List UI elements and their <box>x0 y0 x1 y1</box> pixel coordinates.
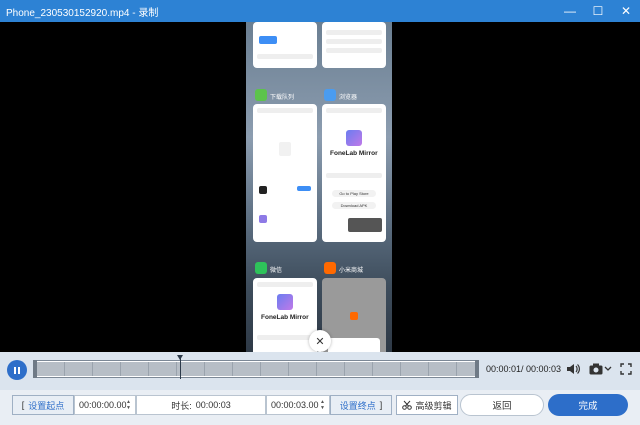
set-end-button[interactable]: 设置终点 ] <box>330 395 392 415</box>
app-label-browser: 浏览器 <box>339 95 358 101</box>
volume-icon[interactable] <box>565 361 581 377</box>
fonelab-small-icon <box>259 215 267 223</box>
scissors-icon <box>402 400 413 410</box>
recent-card-top-left <box>253 22 317 68</box>
card-placeholder-bar <box>257 282 313 287</box>
recent-card-top-right <box>322 22 386 68</box>
chevron-down-icon[interactable] <box>604 361 612 377</box>
video-preview: 下载队列 浏览器 FoneLab Mirror Go to Play Store… <box>0 22 640 352</box>
trim-start-handle[interactable] <box>33 360 37 378</box>
recorder-window: Phone_230530152920.mp4 - 录制 — ☐ ✕ 下载队列 浏… <box>0 0 640 425</box>
browser-app-icon <box>324 89 336 101</box>
recent-card-browser[interactable]: FoneLab Mirror Go to Play Store Download… <box>322 104 386 242</box>
tiktok-icon <box>259 186 267 194</box>
card-placeholder-bar <box>326 173 382 178</box>
recent-card-mi-store[interactable] <box>322 278 386 352</box>
card-placeholder-bar <box>326 48 382 53</box>
bracket-right-icon: ] <box>379 400 383 410</box>
duration-field: 时长: 00:00:03 <box>136 395 266 415</box>
recent-card-download[interactable] <box>253 104 317 242</box>
window-controls: — ☐ ✕ <box>556 0 640 22</box>
camera-icon[interactable] <box>588 361 604 377</box>
playback-controls: 00:00:01/ 00:00:03 <box>0 352 640 390</box>
clear-recents-close-icon: ✕ <box>309 330 331 352</box>
timeline-frames <box>36 362 476 376</box>
wechat-app-icon <box>255 262 267 274</box>
file-icon <box>279 142 291 156</box>
tooltip-block <box>348 218 382 232</box>
timeline-track[interactable] <box>33 355 479 379</box>
pause-button[interactable] <box>7 360 27 380</box>
window-title: Phone_230530152920.mp4 - 录制 <box>6 7 159 19</box>
bracket-left-icon: [ <box>21 400 25 410</box>
trim-end-handle[interactable] <box>475 360 479 378</box>
card-bottom-panel <box>328 338 380 352</box>
fonelab-title: FoneLab Mirror <box>261 314 309 321</box>
fonelab-logo-icon <box>346 130 362 146</box>
app-label-download: 下载队列 <box>270 95 295 101</box>
end-time-field[interactable]: 00:00:03.00 ▲ ▼ <box>266 395 330 415</box>
advanced-clip-button[interactable]: 高级剪辑 <box>396 395 458 415</box>
start-time-spinner-icon[interactable]: ▲ ▼ <box>125 399 132 411</box>
card-placeholder-bar <box>257 108 313 113</box>
back-button[interactable]: 返回 <box>460 394 544 416</box>
mi-logo-icon <box>350 312 358 320</box>
phone-recent-apps-screen: 下载队列 浏览器 FoneLab Mirror Go to Play Store… <box>246 22 392 352</box>
play-store-button: Go to Play Store <box>332 190 376 197</box>
start-time-field[interactable]: 00:00:00.00 ▲ ▼ <box>74 395 136 415</box>
download-app-icon <box>255 89 267 101</box>
card-placeholder-bar <box>257 54 313 59</box>
app-label-mi-store: 小米商城 <box>339 268 364 274</box>
set-start-button[interactable]: [ 设置起点 <box>12 395 74 415</box>
minimize-button[interactable]: — <box>556 0 584 22</box>
playhead[interactable] <box>177 355 183 379</box>
done-button[interactable]: 完成 <box>548 394 628 416</box>
close-button[interactable]: ✕ <box>612 0 640 22</box>
timecode-display: 00:00:01/ 00:00:03 <box>486 364 562 374</box>
title-bar: Phone_230530152920.mp4 - 录制 — ☐ ✕ <box>0 0 640 22</box>
card-placeholder-bar <box>257 335 313 340</box>
card-placeholder-bar <box>326 30 382 35</box>
fonelab-logo-icon <box>277 294 293 310</box>
pause-icon <box>14 366 20 374</box>
fullscreen-icon[interactable] <box>619 361 633 377</box>
recent-card-wechat[interactable]: FoneLab Mirror <box>253 278 317 352</box>
download-apk-button: Download APK <box>332 202 376 209</box>
mi-store-app-icon <box>324 262 336 274</box>
fonelab-title: FoneLab Mirror <box>330 150 378 157</box>
maximize-button[interactable]: ☐ <box>584 0 612 22</box>
card-placeholder-bar <box>326 108 382 113</box>
trim-bar: [ 设置起点 00:00:00.00 ▲ ▼ 时长: 00:00:03 00:00… <box>0 390 640 425</box>
card-blue-block <box>259 36 277 44</box>
app-label-wechat: 微信 <box>270 268 283 274</box>
end-time-spinner-icon[interactable]: ▲ ▼ <box>319 399 326 411</box>
card-open-button <box>297 186 311 191</box>
card-placeholder-bar <box>326 39 382 44</box>
